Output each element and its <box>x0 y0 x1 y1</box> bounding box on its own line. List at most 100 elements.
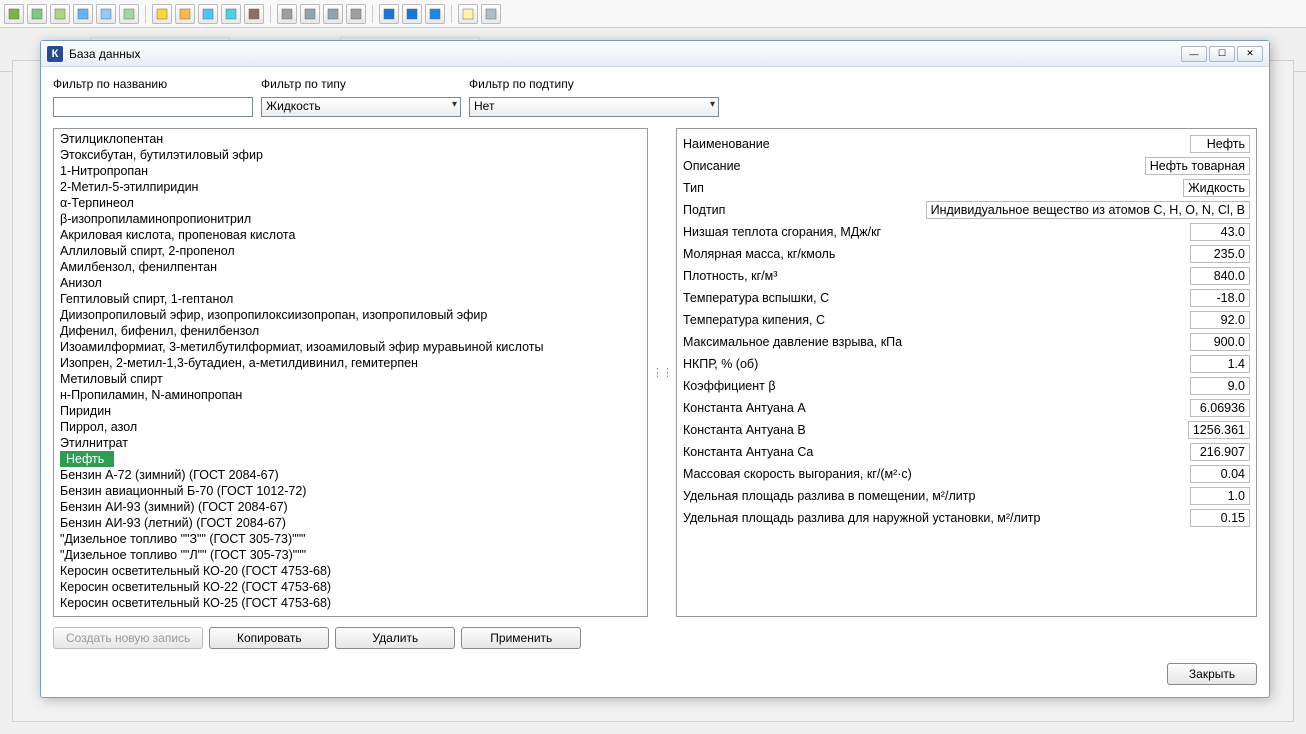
detail-value[interactable]: 1.0 <box>1190 487 1250 505</box>
list-item[interactable]: Бензин А-72 (зимний) (ГОСТ 2084-67) <box>54 467 647 483</box>
splitter-handle[interactable]: ⋮⋮ <box>658 128 666 617</box>
fast-forward-icon[interactable] <box>402 4 422 24</box>
chart-lines-icon[interactable] <box>300 4 320 24</box>
sun-icon[interactable] <box>152 4 172 24</box>
filter-name-input[interactable] <box>53 97 253 117</box>
substance-list[interactable]: ЭтилциклопентанЭтоксибутан, бутилэтиловы… <box>53 128 648 617</box>
list-item[interactable]: 1-Нитропропан <box>54 163 647 179</box>
window-controls: — ☐ ✕ <box>1181 46 1263 62</box>
list-item[interactable]: Изопрен, 2-метил-1,3-бутадиен, а-метилди… <box>54 355 647 371</box>
close-button[interactable]: Закрыть <box>1167 663 1257 685</box>
detail-value[interactable]: 900.0 <box>1190 333 1250 351</box>
anchor-icon[interactable] <box>277 4 297 24</box>
list-item-selected[interactable]: Нефть <box>60 451 114 467</box>
detail-value[interactable]: 235.0 <box>1190 245 1250 263</box>
list-item[interactable]: Дифенил, бифенил, фенилбензол <box>54 323 647 339</box>
layer-grid-icon[interactable] <box>50 4 70 24</box>
titlebar: К База данных — ☐ ✕ <box>41 41 1269 67</box>
list-item[interactable]: "Дизельное топливо ""З"" (ГОСТ 305-73)""… <box>54 531 647 547</box>
stack-icon[interactable] <box>244 4 264 24</box>
list-item[interactable]: Бензин АИ-93 (летний) (ГОСТ 2084-67) <box>54 515 647 531</box>
list-item[interactable]: Пиррол, азол <box>54 419 647 435</box>
list-item[interactable]: Метиловый спирт <box>54 371 647 387</box>
list-item[interactable]: Этилнитрат <box>54 435 647 451</box>
apply-button[interactable]: Применить <box>461 627 581 649</box>
list-item[interactable]: Амилбензол, фенилпентан <box>54 259 647 275</box>
detail-row: Подтип Индивидуальное вещество из атомов … <box>683 199 1250 221</box>
map-icon[interactable] <box>27 4 47 24</box>
filter-subtype-select[interactable]: Нет <box>469 97 719 117</box>
detail-value[interactable]: Нефть <box>1190 135 1250 153</box>
list-item[interactable]: Этоксибутан, бутилэтиловый эфир <box>54 147 647 163</box>
list-item[interactable]: Бензин АИ-93 (зимний) (ГОСТ 2084-67) <box>54 499 647 515</box>
list-item[interactable]: "Дизельное топливо ""Л"" (ГОСТ 305-73)""… <box>54 547 647 563</box>
main-toolbar <box>0 0 1306 28</box>
toolbar-separator <box>372 5 373 23</box>
target-icon[interactable] <box>96 4 116 24</box>
wave-icon[interactable] <box>346 4 366 24</box>
list-item[interactable]: Керосин осветительный КО-25 (ГОСТ 4753-6… <box>54 595 647 611</box>
detail-value[interactable]: 92.0 <box>1190 311 1250 329</box>
detail-value[interactable]: 1.4 <box>1190 355 1250 373</box>
detail-label: Подтип <box>683 203 920 217</box>
list-item[interactable]: Керосин осветительный КО-22 (ГОСТ 4753-6… <box>54 579 647 595</box>
detail-row: Плотность, кг/м³840.0 <box>683 265 1250 287</box>
detail-row: НКПР, % (об)1.4 <box>683 353 1250 375</box>
list-item[interactable]: Бензин авиационный Б-70 (ГОСТ 1012-72) <box>54 483 647 499</box>
detail-value[interactable]: Жидкость <box>1183 179 1250 197</box>
list-item[interactable]: Акриловая кислота, пропеновая кислота <box>54 227 647 243</box>
delete-button[interactable]: Удалить <box>335 627 455 649</box>
list-item[interactable]: Керосин осветительный КО-20 (ГОСТ 4753-6… <box>54 563 647 579</box>
list-item[interactable]: Пиридин <box>54 403 647 419</box>
list-item[interactable]: α-Терпинеол <box>54 195 647 211</box>
detail-value[interactable]: -18.0 <box>1190 289 1250 307</box>
content-row: ЭтилциклопентанЭтоксибутан, бутилэтиловы… <box>53 128 1257 617</box>
detail-value[interactable]: 6.06936 <box>1190 399 1250 417</box>
list-item[interactable]: Анизол <box>54 275 647 291</box>
list-item[interactable]: Гептиловый спирт, 1-гептанол <box>54 291 647 307</box>
filter-row: Фильтр по названию Фильтр по типу Жидкос… <box>53 77 1257 117</box>
copy-button[interactable]: Копировать <box>209 627 329 649</box>
detail-value[interactable]: 0.15 <box>1190 509 1250 527</box>
list-item[interactable]: Диизопропиловый эфир, изопропилоксиизопр… <box>54 307 647 323</box>
droplets-icon[interactable] <box>221 4 241 24</box>
doc-icon[interactable] <box>458 4 478 24</box>
search-blue-icon[interactable] <box>425 4 445 24</box>
maximize-button[interactable]: ☐ <box>1209 46 1235 62</box>
layer-blue-icon[interactable] <box>73 4 93 24</box>
detail-label: Температура вспышки, С <box>683 291 1184 305</box>
detail-value[interactable]: 216.907 <box>1190 443 1250 461</box>
list-item[interactable]: 2-Метил-5-этилпиридин <box>54 179 647 195</box>
detail-value[interactable]: Индивидуальное вещество из атомов C, H, … <box>926 201 1250 219</box>
list-item[interactable]: н-Пропиламин, N-аминопропан <box>54 387 647 403</box>
detail-value[interactable]: 1256.361 <box>1188 421 1250 439</box>
minimize-button[interactable]: — <box>1181 46 1207 62</box>
detail-label: Температура кипения, С <box>683 313 1184 327</box>
detail-value[interactable]: 43.0 <box>1190 223 1250 241</box>
list-item[interactable]: Этилциклопентан <box>54 131 647 147</box>
detail-row: Константа Антуана B 1256.361 <box>683 419 1250 441</box>
magnify-area-icon[interactable] <box>119 4 139 24</box>
detail-value[interactable]: Нефть товарная <box>1145 157 1250 175</box>
list-item[interactable]: Нефть <box>54 451 647 467</box>
detail-label: Удельная площадь разлива для наружной ус… <box>683 511 1184 525</box>
detail-row: Максимальное давление взрыва, кПа900.0 <box>683 331 1250 353</box>
filter-type-select[interactable]: Жидкость <box>261 97 461 117</box>
play-icon[interactable] <box>379 4 399 24</box>
close-window-button[interactable]: ✕ <box>1237 46 1263 62</box>
list-item[interactable]: Аллиловый спирт, 2-пропенол <box>54 243 647 259</box>
droplet-icon[interactable] <box>175 4 195 24</box>
create-button: Создать новую запись <box>53 627 203 649</box>
detail-value[interactable]: 9.0 <box>1190 377 1250 395</box>
detail-value[interactable]: 0.04 <box>1190 465 1250 483</box>
graph-icon[interactable] <box>323 4 343 24</box>
list-icon[interactable] <box>481 4 501 24</box>
detail-label: Константа Антуана Ca <box>683 445 1184 459</box>
list-item[interactable]: β-изопропиламинопропионитрил <box>54 211 647 227</box>
rain-icon[interactable] <box>198 4 218 24</box>
detail-row: Молярная масса, кг/кмоль235.0 <box>683 243 1250 265</box>
layer-green-icon[interactable] <box>4 4 24 24</box>
list-item[interactable]: Изоамилформиат, 3-метилбутилформиат, изо… <box>54 339 647 355</box>
detail-label: Константа Антуана B <box>683 423 1182 437</box>
detail-value[interactable]: 840.0 <box>1190 267 1250 285</box>
